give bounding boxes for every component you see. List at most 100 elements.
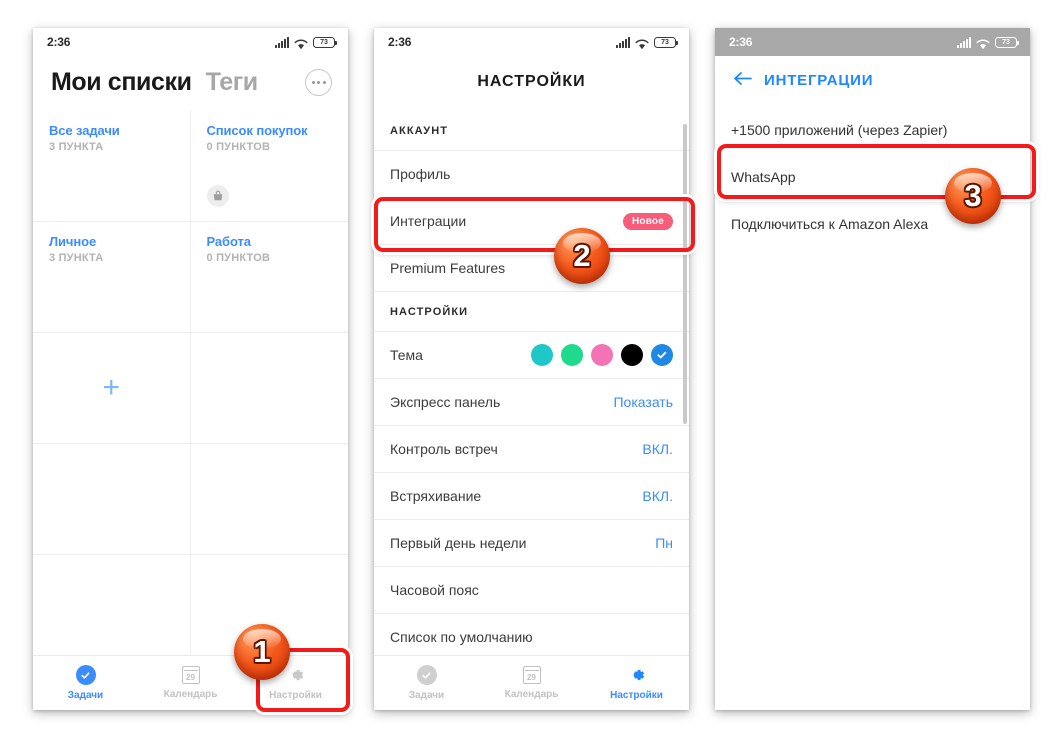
- list-card[interactable]: Личное 3 ПУНКТА: [33, 222, 191, 333]
- step-badge-2: 2: [554, 228, 610, 284]
- settings-row-integrations[interactable]: Интеграции Новое: [374, 198, 689, 245]
- page-title: ИНТЕГРАЦИИ: [764, 72, 874, 89]
- tab-label: Настройки: [269, 690, 322, 701]
- basket-icon: [206, 185, 229, 207]
- integrations-header: ИНТЕГРАЦИИ: [715, 56, 1030, 106]
- status-icons: 73: [957, 36, 1019, 49]
- list-card-title: Работа: [206, 234, 251, 249]
- battery-icon: 73: [995, 36, 1019, 48]
- theme-swatch-black[interactable]: [621, 344, 643, 366]
- wifi-icon: [294, 37, 308, 49]
- tab-calendar[interactable]: 29 Календарь: [479, 666, 584, 700]
- tab-label: Календарь: [163, 689, 218, 700]
- ellipsis-icon[interactable]: [305, 69, 332, 96]
- tab-tasks[interactable]: Задачи: [33, 665, 138, 701]
- tab-tasks[interactable]: Задачи: [374, 665, 479, 701]
- row-label: Тема: [390, 347, 423, 363]
- settings-row-theme[interactable]: Тема: [374, 332, 689, 379]
- list-card[interactable]: Список покупок 0 ПУНКТОВ: [190, 111, 348, 222]
- row-value: Пн: [655, 535, 673, 551]
- integration-row-zapier[interactable]: +1500 приложений (через Zapier): [715, 106, 1030, 153]
- list-card-title: Личное: [49, 234, 97, 249]
- gear-icon: [286, 665, 306, 685]
- phone-panel-settings: 2:36 73 НАСТРОЙКИ АККАУНТ Профиль Интегр…: [374, 28, 689, 710]
- list-card[interactable]: Все задачи 3 ПУНКТА: [33, 111, 191, 222]
- theme-swatch-teal[interactable]: [531, 344, 553, 366]
- calendar-icon: 29: [181, 666, 200, 684]
- lists-grid: Все задачи 3 ПУНКТА Список покупок 0 ПУН…: [33, 111, 348, 666]
- calendar-day: 29: [527, 673, 536, 682]
- status-icons: 73: [275, 36, 337, 49]
- signal-icon: [616, 36, 630, 48]
- phone-panel-lists: 2:36 73 Мои списки Теги Все задачи 3 ПУН…: [33, 28, 348, 710]
- row-value: ВКЛ.: [642, 441, 673, 457]
- settings-row-meeting-control[interactable]: Контроль встреч ВКЛ.: [374, 426, 689, 473]
- settings-row-first-day[interactable]: Первый день недели Пн: [374, 520, 689, 567]
- row-label: Список по умолчанию: [390, 629, 533, 645]
- step-number: 2: [573, 238, 591, 273]
- status-badge: Новое: [622, 212, 673, 230]
- list-card-count: 3 ПУНКТА: [49, 252, 104, 264]
- page-title: Мои списки: [51, 68, 192, 96]
- page-title: НАСТРОЙКИ: [477, 73, 586, 90]
- bottom-tabbar: Задачи 29 Календарь Настройки: [374, 655, 689, 710]
- wifi-icon: [976, 37, 990, 49]
- status-time: 2:36: [388, 35, 412, 49]
- check-circle-icon: [75, 665, 96, 685]
- settings-row-shake[interactable]: Встряхивание ВКЛ.: [374, 473, 689, 520]
- row-label: Premium Features: [390, 260, 506, 276]
- add-list-button[interactable]: +: [33, 333, 191, 444]
- row-value: Показать: [613, 394, 673, 410]
- status-time: 2:36: [729, 35, 753, 49]
- tab-label: Календарь: [504, 689, 559, 700]
- row-value: ВКЛ.: [642, 488, 673, 504]
- arrow-left-icon[interactable]: [733, 71, 752, 90]
- empty-cell: [190, 444, 348, 555]
- bottom-tabbar: Задачи 29 Календарь Настройки: [33, 655, 348, 710]
- step-number: 3: [964, 178, 982, 213]
- list-card[interactable]: Работа 0 ПУНКТОВ: [190, 222, 348, 333]
- tab-settings[interactable]: Настройки: [584, 665, 689, 701]
- calendar-day: 29: [186, 673, 195, 682]
- theme-swatch-blue-selected[interactable]: [651, 344, 673, 366]
- battery-icon: 73: [313, 36, 337, 48]
- row-label: Часовой пояс: [390, 582, 479, 598]
- status-icons: 73: [616, 36, 678, 49]
- tab-calendar[interactable]: 29 Календарь: [138, 666, 243, 700]
- section-header-settings: НАСТРОЙКИ: [374, 292, 689, 332]
- status-bar: 2:36 73: [374, 28, 689, 56]
- status-bar: 2:36 73: [715, 28, 1030, 56]
- battery-icon: 73: [654, 36, 678, 48]
- step-badge-3: 3: [945, 168, 1001, 224]
- step-number: 1: [253, 634, 271, 669]
- settings-row-premium[interactable]: Premium Features: [374, 245, 689, 292]
- list-card-count: 0 ПУНКТОВ: [206, 252, 271, 264]
- scrollbar[interactable]: [683, 124, 687, 424]
- tab-label: Задачи: [67, 690, 104, 701]
- gear-icon: [627, 665, 647, 685]
- theme-swatches: [531, 344, 673, 366]
- list-card-count: 0 ПУНКТОВ: [206, 141, 271, 153]
- row-label: Первый день недели: [390, 535, 527, 551]
- settings-row-timezone[interactable]: Часовой пояс: [374, 567, 689, 614]
- theme-swatch-pink[interactable]: [591, 344, 613, 366]
- status-bar: 2:36 73: [33, 28, 348, 56]
- empty-cell: [190, 333, 348, 444]
- list-card-count: 3 ПУНКТА: [49, 141, 104, 153]
- settings-row-profile[interactable]: Профиль: [374, 151, 689, 198]
- empty-cell: [33, 555, 191, 666]
- tab-label: Настройки: [610, 690, 663, 701]
- list-card-title: Все задачи: [49, 123, 120, 138]
- settings-row-express-panel[interactable]: Экспресс панель Показать: [374, 379, 689, 426]
- tab-label: Задачи: [408, 690, 445, 701]
- theme-swatch-green[interactable]: [561, 344, 583, 366]
- calendar-icon: 29: [522, 666, 541, 684]
- signal-icon: [275, 36, 289, 48]
- tab-tags[interactable]: Теги: [206, 68, 259, 97]
- signal-icon: [957, 36, 971, 48]
- row-label: Профиль: [390, 166, 451, 182]
- settings-row-default-list[interactable]: Список по умолчанию: [374, 614, 689, 661]
- row-label: Встряхивание: [390, 488, 482, 504]
- empty-cell: [33, 444, 191, 555]
- row-label: Экспресс панель: [390, 394, 501, 410]
